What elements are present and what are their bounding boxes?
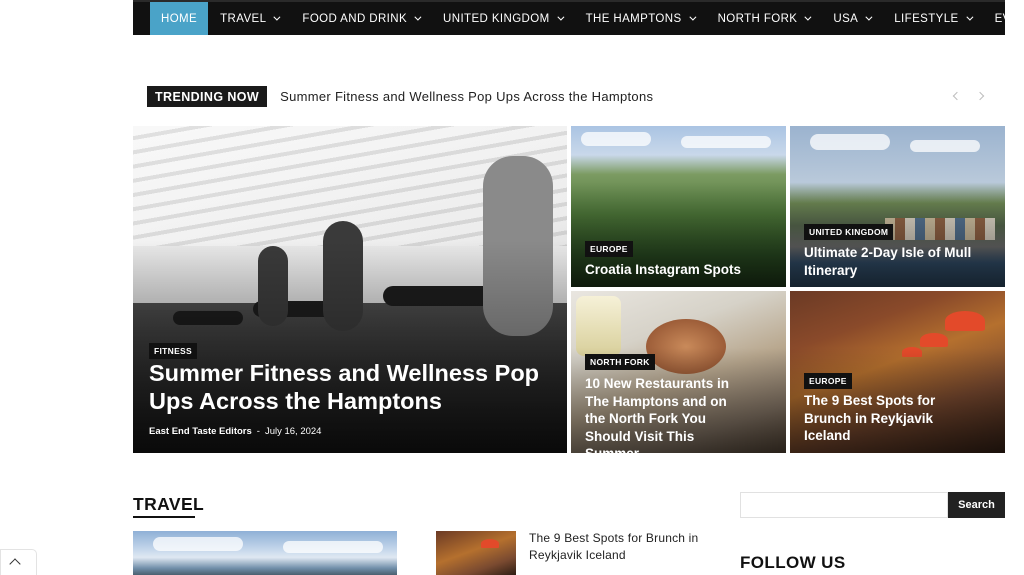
- trending-badge: TRENDING NOW: [147, 86, 268, 107]
- post-title[interactable]: Ultimate 2-Day Isle of Mull Itinerary: [804, 244, 999, 279]
- main-navigation: HOME TRAVEL FOOD AND DRINK UNITED KINGDO…: [133, 0, 1024, 35]
- photo-cloud: [283, 541, 383, 553]
- nav-item-label: THE HAMPTONS: [585, 12, 682, 25]
- photo-lamp: [481, 539, 499, 548]
- chevron-down-icon: [414, 13, 422, 21]
- nav-item-lifestyle[interactable]: LIFESTYLE: [882, 2, 982, 35]
- post-meta: East End Taste Editors - July 16, 2024: [149, 426, 321, 437]
- search-button[interactable]: Search: [948, 492, 1005, 518]
- chevron-down-icon: [804, 13, 812, 21]
- category-badge[interactable]: EUROPE: [585, 241, 633, 257]
- nav-item-the-hamptons[interactable]: THE HAMPTONS: [574, 2, 706, 35]
- category-badge[interactable]: NORTH FORK: [585, 354, 655, 370]
- nav-item-united-kingdom[interactable]: UNITED KINGDOM: [431, 2, 574, 35]
- post-title[interactable]: The 9 Best Spots for Brunch in Reykjavik…: [804, 392, 944, 445]
- chevron-left-icon[interactable]: [950, 89, 960, 103]
- post-croatia[interactable]: EUROPE Croatia Instagram Spots: [571, 126, 786, 287]
- chevron-right-icon[interactable]: [976, 89, 986, 103]
- section-heading-travel[interactable]: TRAVEL: [133, 494, 204, 515]
- post-new-restaurants[interactable]: NORTH FORK 10 New Restaurants in The Ham…: [571, 291, 786, 453]
- nav-item-home[interactable]: HOME: [150, 2, 209, 35]
- post-title[interactable]: Summer Fitness and Wellness Pop Ups Acro…: [149, 359, 549, 415]
- featured-post-fitness[interactable]: FITNESS Summer Fitness and Wellness Pop …: [133, 126, 567, 453]
- back-to-top-button[interactable]: [0, 549, 37, 575]
- chevron-down-icon: [865, 13, 873, 21]
- category-badge[interactable]: UNITED KINGDOM: [804, 224, 894, 240]
- nav-item-label: EVENTS: [994, 12, 1024, 25]
- travel-list-title[interactable]: The 9 Best Spots for Brunch in Reykjavik…: [529, 530, 704, 564]
- nav-item-label: NORTH FORK: [717, 12, 798, 25]
- photo-cloud: [153, 537, 243, 551]
- travel-featured-image[interactable]: [133, 531, 397, 575]
- chevron-up-icon: [9, 558, 21, 570]
- travel-list-thumbnail[interactable]: [436, 531, 516, 575]
- nav-item-events[interactable]: EVENTS: [983, 2, 1024, 35]
- trending-headline-link[interactable]: Summer Fitness and Wellness Pop Ups Acro…: [280, 89, 653, 104]
- nav-item-travel[interactable]: TRAVEL: [208, 2, 290, 35]
- chevron-down-icon: [556, 13, 565, 21]
- post-author[interactable]: East End Taste Editors: [149, 426, 252, 437]
- follow-us-heading: FOLLOW US: [740, 553, 846, 572]
- nav-item-north-fork[interactable]: NORTH FORK: [706, 2, 822, 35]
- post-title[interactable]: Croatia Instagram Spots: [585, 261, 775, 279]
- category-badge[interactable]: EUROPE: [804, 373, 852, 389]
- nav-item-label: LIFESTYLE: [894, 12, 959, 25]
- search-input[interactable]: [740, 492, 948, 518]
- nav-item-label: FOOD AND DRINK: [302, 12, 408, 25]
- heading-underline: [133, 516, 195, 518]
- chevron-down-icon: [965, 13, 974, 21]
- nav-item-usa[interactable]: USA: [821, 2, 882, 35]
- category-badge[interactable]: FITNESS: [149, 343, 197, 359]
- meta-separator: -: [256, 426, 260, 437]
- post-isle-of-mull[interactable]: UNITED KINGDOM Ultimate 2-Day Isle of Mu…: [790, 126, 1005, 287]
- chevron-down-icon: [688, 13, 697, 21]
- post-reykjavik-brunch[interactable]: EUROPE The 9 Best Spots for Brunch in Re…: [790, 291, 1005, 453]
- nav-item-label: UNITED KINGDOM: [443, 12, 550, 25]
- post-title[interactable]: 10 New Restaurants in The Hamptons and o…: [585, 375, 745, 453]
- trending-bar: TRENDING NOW Summer Fitness and Wellness…: [147, 86, 653, 107]
- nav-item-label: HOME: [161, 12, 198, 25]
- chevron-down-icon: [273, 13, 281, 21]
- nav-item-label: TRAVEL: [220, 12, 267, 25]
- nav-item-label: USA: [833, 12, 859, 25]
- nav-item-food-and-drink[interactable]: FOOD AND DRINK: [290, 2, 431, 35]
- post-date: July 16, 2024: [264, 426, 322, 437]
- trending-arrows: [950, 89, 986, 103]
